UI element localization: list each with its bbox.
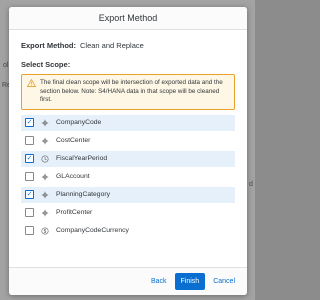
dimension-icon <box>41 209 49 216</box>
dialog-header: Export Method <box>9 7 247 30</box>
dialog-footer: Back Finish Cancel <box>9 267 247 295</box>
back-button[interactable]: Back <box>146 274 172 289</box>
scope-item-label: ProfitCenter <box>56 209 93 217</box>
export-method-dialog: Export Method Export Method: Clean and Re… <box>9 7 247 295</box>
scope-item-label: FiscalYearPeriod <box>56 155 108 163</box>
scope-item-label: CompanyCodeCurrency <box>56 227 129 235</box>
scope-item-label: CompanyCode <box>56 119 102 127</box>
scope-item-checkbox[interactable] <box>25 226 34 236</box>
background-text: d <box>249 181 253 188</box>
dimension-icon <box>41 137 49 144</box>
scope-item-checkbox[interactable]: ✓ <box>25 190 34 200</box>
scope-item-checkbox[interactable]: ✓ <box>25 154 34 164</box>
scope-item-checkbox[interactable] <box>25 172 34 182</box>
background-text: ol <box>3 62 9 69</box>
scope-item-row[interactable]: ✓ FiscalYearPeriod <box>21 150 235 167</box>
scope-item-checkbox[interactable] <box>25 208 34 218</box>
cancel-button[interactable]: Cancel <box>208 274 240 289</box>
dimension-icon <box>41 191 49 198</box>
scope-item-checkbox[interactable]: ✓ <box>25 118 34 128</box>
select-scope-label: Select Scope: <box>21 60 71 69</box>
scope-item-row[interactable]: ✓ CompanyCode <box>21 114 235 131</box>
warning-text: The final clean scope will be intersecti… <box>40 79 223 104</box>
dialog-title: Export Method <box>98 13 158 23</box>
scope-item-label: CostCenter <box>56 137 91 145</box>
clock-icon <box>41 155 49 163</box>
scope-item-checkbox[interactable] <box>25 136 34 146</box>
warning-message: The final clean scope will be intersecti… <box>21 74 235 110</box>
dimension-icon <box>41 119 49 126</box>
finish-button[interactable]: Finish <box>174 273 206 290</box>
scope-item-row[interactable]: CostCenter <box>21 133 235 149</box>
dimension-icon <box>41 173 49 180</box>
scope-item-label: PlanningCategory <box>56 191 111 199</box>
warning-icon <box>27 79 36 87</box>
scope-item-row[interactable]: GLAccount <box>21 169 235 185</box>
scope-list: ✓ CompanyCode CostCenter ✓ FiscalYearPeriod G… <box>21 114 235 239</box>
export-method-value: Clean and Replace <box>80 41 144 50</box>
export-method-label: Export Method: <box>21 41 76 50</box>
currency-icon <box>41 227 49 235</box>
scope-item-row[interactable]: CompanyCodeCurrency <box>21 223 235 239</box>
export-method-row: Export Method: Clean and Replace <box>21 41 235 50</box>
scope-item-row[interactable]: ✓ PlanningCategory <box>21 186 235 203</box>
scope-item-row[interactable]: ProfitCenter <box>21 205 235 221</box>
scope-item-label: GLAccount <box>56 173 90 181</box>
